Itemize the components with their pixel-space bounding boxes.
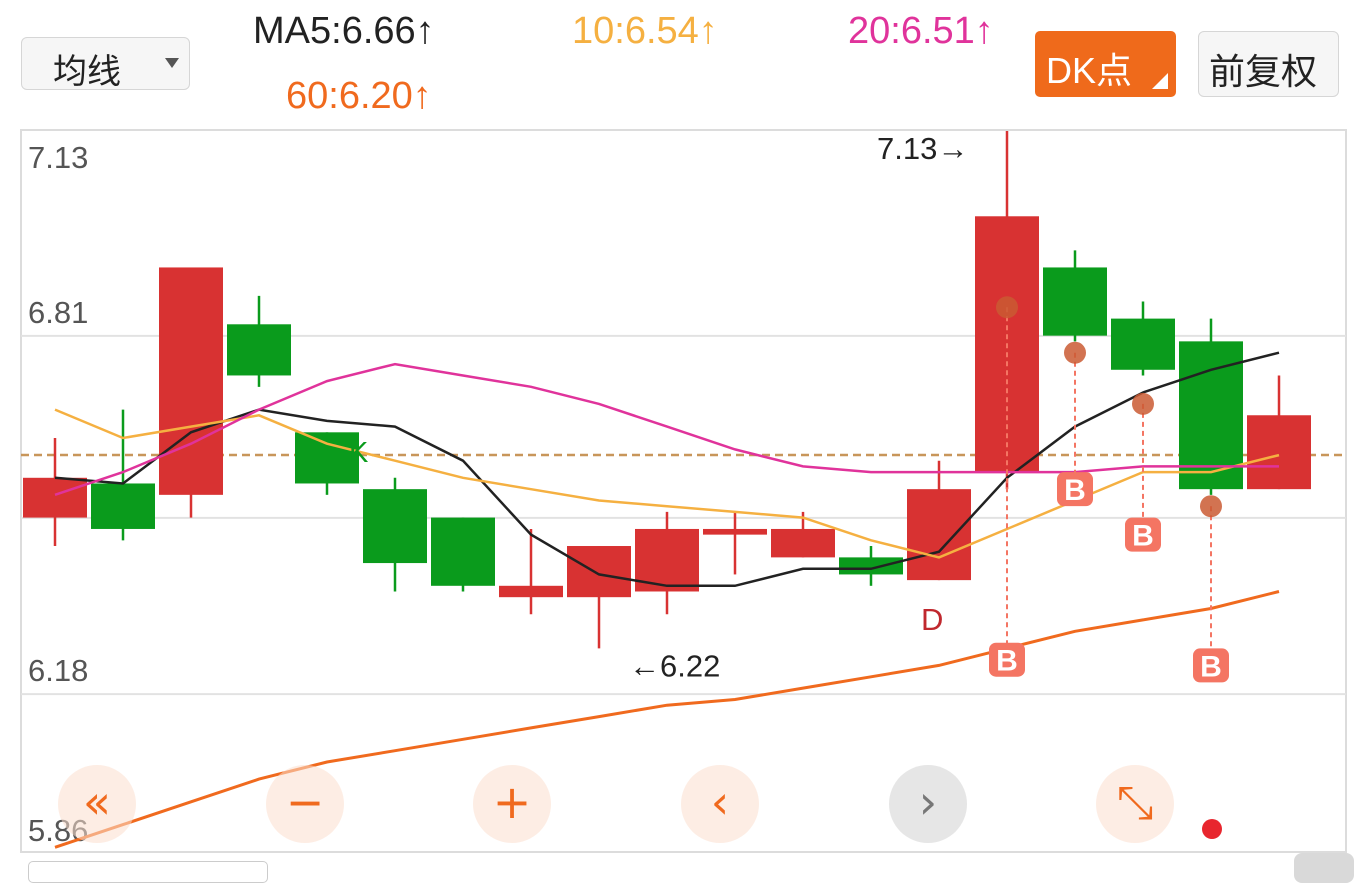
ma20-line xyxy=(54,362,1279,496)
candle-body xyxy=(1247,415,1311,490)
candle-body xyxy=(1043,267,1107,336)
candle-body xyxy=(907,489,971,581)
fullscreen-button[interactable]: ⤡ xyxy=(1096,765,1174,843)
y-tick-label: 7.13 xyxy=(28,140,88,175)
candle-body xyxy=(431,517,495,586)
rewind-fast-button[interactable]: « xyxy=(58,765,136,843)
b-marker-label: B xyxy=(1200,650,1222,683)
b-marker-label: B xyxy=(1132,520,1154,553)
prev-button[interactable]: ‹ xyxy=(681,765,759,843)
d-signal-label: D xyxy=(921,602,943,637)
b-marker-dot xyxy=(1064,341,1086,364)
k-signal-label: K xyxy=(349,437,369,469)
candle-body xyxy=(567,546,631,598)
corner-tab[interactable] xyxy=(1294,853,1354,883)
candle-body xyxy=(91,483,155,529)
rewind-fast-icon: « xyxy=(82,775,112,829)
b-marker-dot xyxy=(1200,495,1222,518)
b-marker-label: B xyxy=(1064,474,1086,507)
candle-body xyxy=(499,585,563,598)
b-marker-label: B xyxy=(996,645,1018,678)
candle-body xyxy=(771,528,835,558)
low-price-label: ←6.22 xyxy=(629,648,720,683)
candle-body xyxy=(363,489,427,564)
candle-body xyxy=(703,528,767,535)
fullscreen-icon: ⤡ xyxy=(1116,775,1154,829)
y-tick-label: 6.18 xyxy=(28,653,88,688)
b-marker-dot xyxy=(1132,392,1154,415)
prev-icon: ‹ xyxy=(710,775,730,829)
zoom-out-icon: − xyxy=(285,775,325,829)
zoom-in-button[interactable]: + xyxy=(473,765,551,843)
bottom-tab[interactable] xyxy=(28,861,268,883)
candle-body xyxy=(1111,318,1175,370)
next-button[interactable]: › xyxy=(889,765,967,843)
notification-dot xyxy=(1202,819,1222,839)
b-marker-dot xyxy=(996,296,1018,319)
high-price-label: 7.13→ xyxy=(877,131,968,166)
candle-body xyxy=(23,477,87,518)
zoom-in-icon: + xyxy=(492,775,532,829)
zoom-out-button[interactable]: − xyxy=(266,765,344,843)
candle-body xyxy=(227,324,291,376)
y-tick-label: 6.81 xyxy=(28,295,88,330)
next-icon: › xyxy=(918,775,938,829)
candle-body xyxy=(839,557,903,575)
candlestick-chart[interactable]: 7.136.816.496.185.86BBBB7.13→←6.22KD xyxy=(0,0,1367,870)
candle-body xyxy=(159,267,223,495)
